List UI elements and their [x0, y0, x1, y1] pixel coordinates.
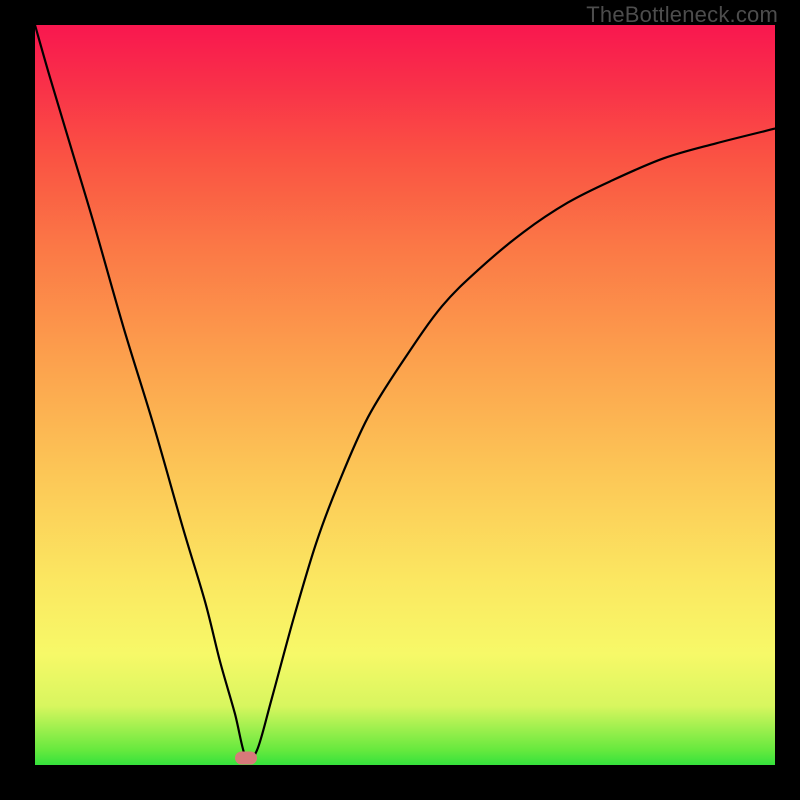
chart-frame: TheBottleneck.com	[0, 0, 800, 800]
curve-line	[35, 25, 775, 761]
curve-svg	[35, 25, 775, 765]
minimum-marker	[235, 751, 257, 764]
plot-area	[35, 25, 775, 765]
